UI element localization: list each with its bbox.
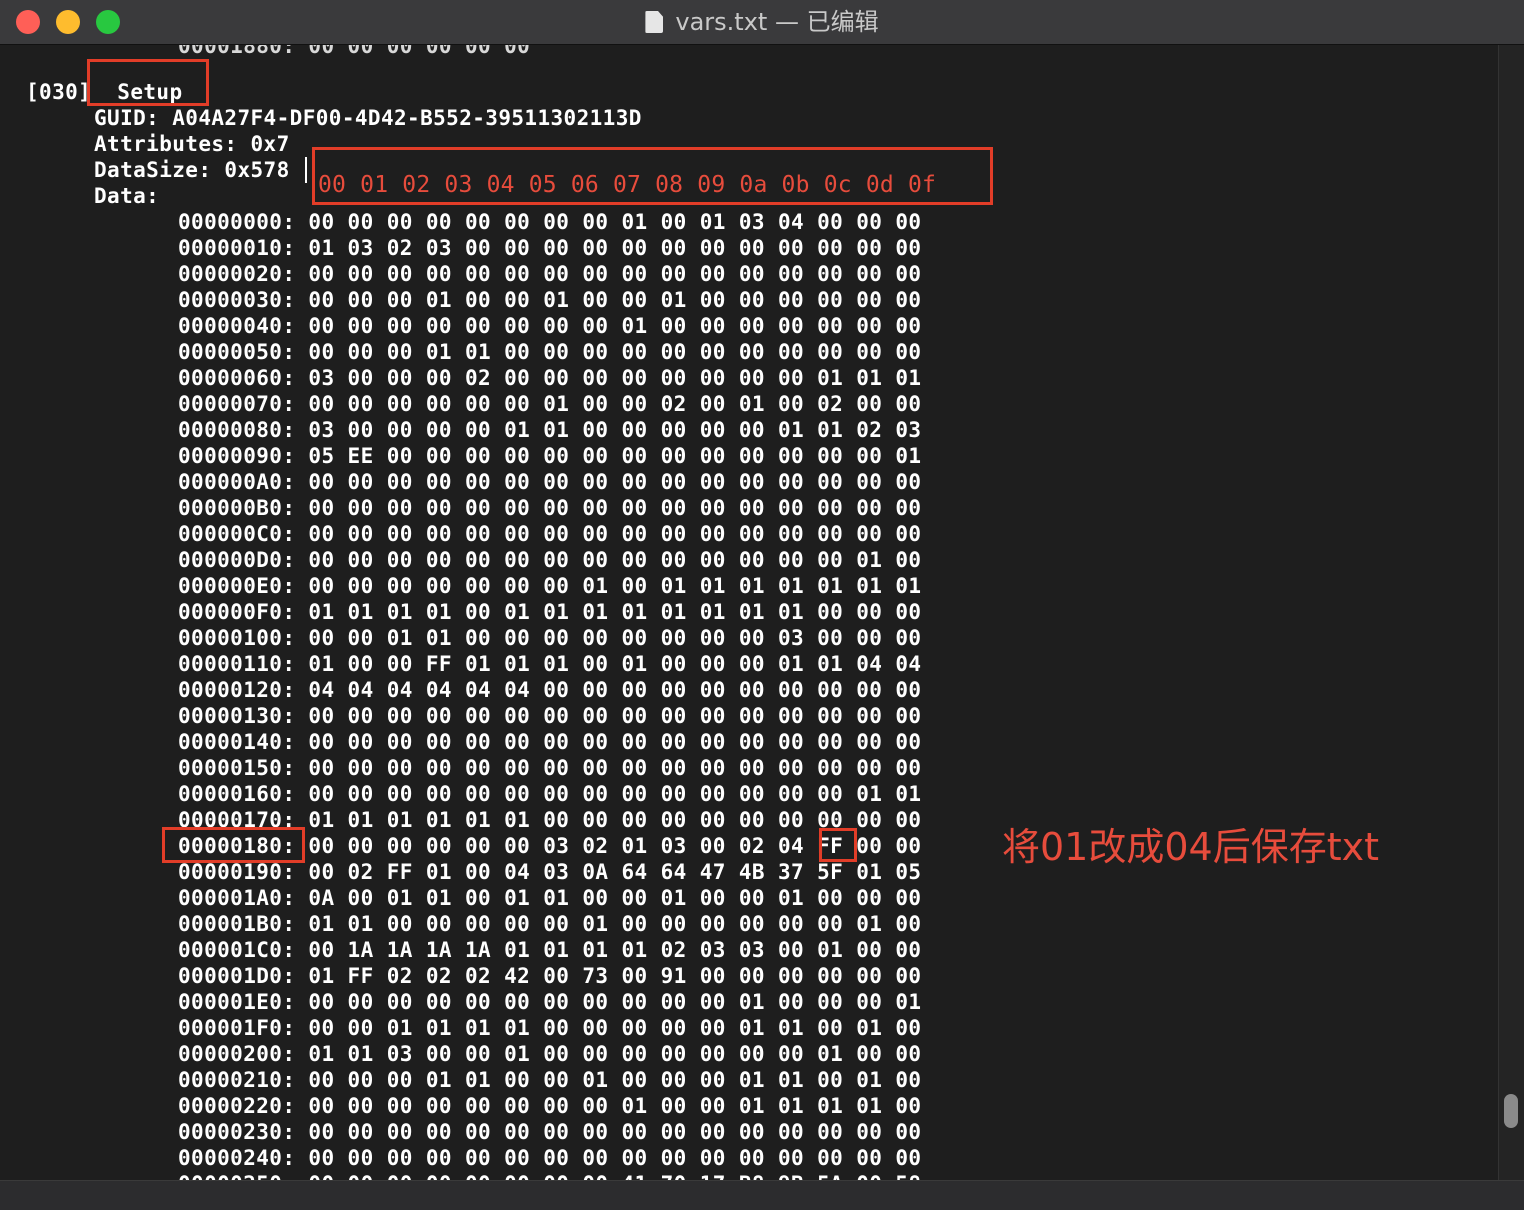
hex-row: 00000060: 03 00 00 00 02 00 00 00 00 00 … [178, 366, 922, 390]
window-title: vars.txt — 已编辑 [675, 8, 879, 36]
setup-highlight-box [87, 59, 209, 106]
scrollbar-thumb[interactable] [1504, 1094, 1518, 1128]
document-icon [645, 11, 664, 33]
byte-04-highlight-box [819, 828, 857, 862]
hex-row: 000001D0: 01 FF 02 02 02 42 00 73 00 91 … [178, 964, 922, 988]
text-area[interactable]: 00001880: 00 00 00 00 00 00 [030] Setup … [0, 45, 1498, 1180]
datasize-line: DataSize: 0x578 [94, 158, 290, 182]
column-ruler-highlight-box [312, 147, 993, 205]
offset-180-highlight-box [162, 827, 305, 863]
hex-row: 000000D0: 00 00 00 00 00 00 00 00 00 00 … [178, 548, 922, 572]
text-cursor [305, 157, 307, 183]
hex-row: 00000110: 01 00 00 FF 01 01 01 00 01 00 … [178, 652, 922, 676]
hex-row: 00000150: 00 00 00 00 00 00 00 00 00 00 … [178, 756, 922, 780]
hex-row: 00000030: 00 00 00 01 00 00 01 00 00 01 … [178, 288, 922, 312]
hex-row: 00000250: 00 00 00 00 00 00 00 00 41 70 … [178, 1171, 921, 1180]
hex-row: 00000040: 00 00 00 00 00 00 00 00 01 00 … [178, 314, 922, 338]
hex-row: 00000210: 00 00 00 01 01 00 00 01 00 00 … [178, 1068, 922, 1092]
hex-row: 000000A0: 00 00 00 00 00 00 00 00 00 00 … [178, 470, 922, 494]
guid-line: GUID: A04A27F4-DF00-4D42-B552-3951130211… [94, 106, 642, 130]
hex-row: 00000090: 05 EE 00 00 00 00 00 00 00 00 … [178, 444, 922, 468]
hex-row: 00000120: 04 04 04 04 04 04 00 00 00 00 … [178, 678, 922, 702]
hex-row: 000001F0: 00 00 01 01 01 01 00 00 00 00 … [178, 1016, 922, 1040]
window-title-area: vars.txt — 已编辑 [0, 8, 1524, 36]
hex-row: 000000C0: 00 00 00 00 00 00 00 00 00 00 … [178, 522, 922, 546]
hex-row: 00000240: 00 00 00 00 00 00 00 00 00 00 … [178, 1146, 922, 1170]
hex-row: 00000070: 00 00 00 00 00 00 01 00 00 02 … [178, 392, 922, 416]
hex-row: 00000130: 00 00 00 00 00 00 00 00 00 00 … [178, 704, 922, 728]
edit-instruction-annotation: 将01改成04后保存txt [1002, 825, 1379, 869]
hex-row: 000000B0: 00 00 00 00 00 00 00 00 00 00 … [178, 496, 922, 520]
hex-row: 00000010: 01 03 02 03 00 00 00 00 00 00 … [178, 236, 922, 260]
horizontal-scrollbar-area [0, 1180, 1524, 1210]
hex-row: 00000220: 00 00 00 00 00 00 00 00 01 00 … [178, 1094, 922, 1118]
previous-entry-partial-line: 00001880: 00 00 00 00 00 00 [178, 45, 531, 58]
hex-row: 00000020: 00 00 00 00 00 00 00 00 00 00 … [178, 262, 922, 286]
hex-row: 000000E0: 00 00 00 00 00 00 00 01 00 01 … [178, 574, 922, 598]
hex-row: 00000080: 03 00 00 00 00 01 01 00 00 00 … [178, 418, 922, 442]
hex-row: 00000050: 00 00 00 01 01 00 00 00 00 00 … [178, 340, 922, 364]
hex-row: 00000160: 00 00 00 00 00 00 00 00 00 00 … [178, 782, 922, 806]
hex-row: 000001E0: 00 00 00 00 00 00 00 00 00 00 … [178, 990, 922, 1014]
hex-row: 000001B0: 01 01 00 00 00 00 00 01 00 00 … [178, 912, 922, 936]
vertical-scrollbar[interactable] [1498, 45, 1524, 1180]
title-bar: vars.txt — 已编辑 [0, 0, 1524, 45]
hex-row: 000001A0: 0A 00 01 01 00 01 01 00 00 01 … [178, 886, 922, 910]
hex-row: 00000100: 00 00 01 01 00 00 00 00 00 00 … [178, 626, 922, 650]
hex-row: 00000200: 01 01 03 00 00 01 00 00 00 00 … [178, 1042, 922, 1066]
data-label: Data: [94, 184, 160, 208]
attributes-line: Attributes: 0x7 [94, 132, 290, 156]
hex-row: 00000000: 00 00 00 00 00 00 00 00 01 00 … [178, 210, 922, 234]
hex-row: 000001C0: 00 1A 1A 1A 1A 01 01 01 01 02 … [178, 938, 922, 962]
hex-row: 00000230: 00 00 00 00 00 00 00 00 00 00 … [178, 1120, 922, 1144]
hex-row: 000000F0: 01 01 01 01 00 01 01 01 01 01 … [178, 600, 922, 624]
hex-row: 00000140: 00 00 00 00 00 00 00 00 00 00 … [178, 730, 922, 754]
text-editor-window: vars.txt — 已编辑 00001880: 00 00 00 00 00 … [0, 0, 1524, 1210]
